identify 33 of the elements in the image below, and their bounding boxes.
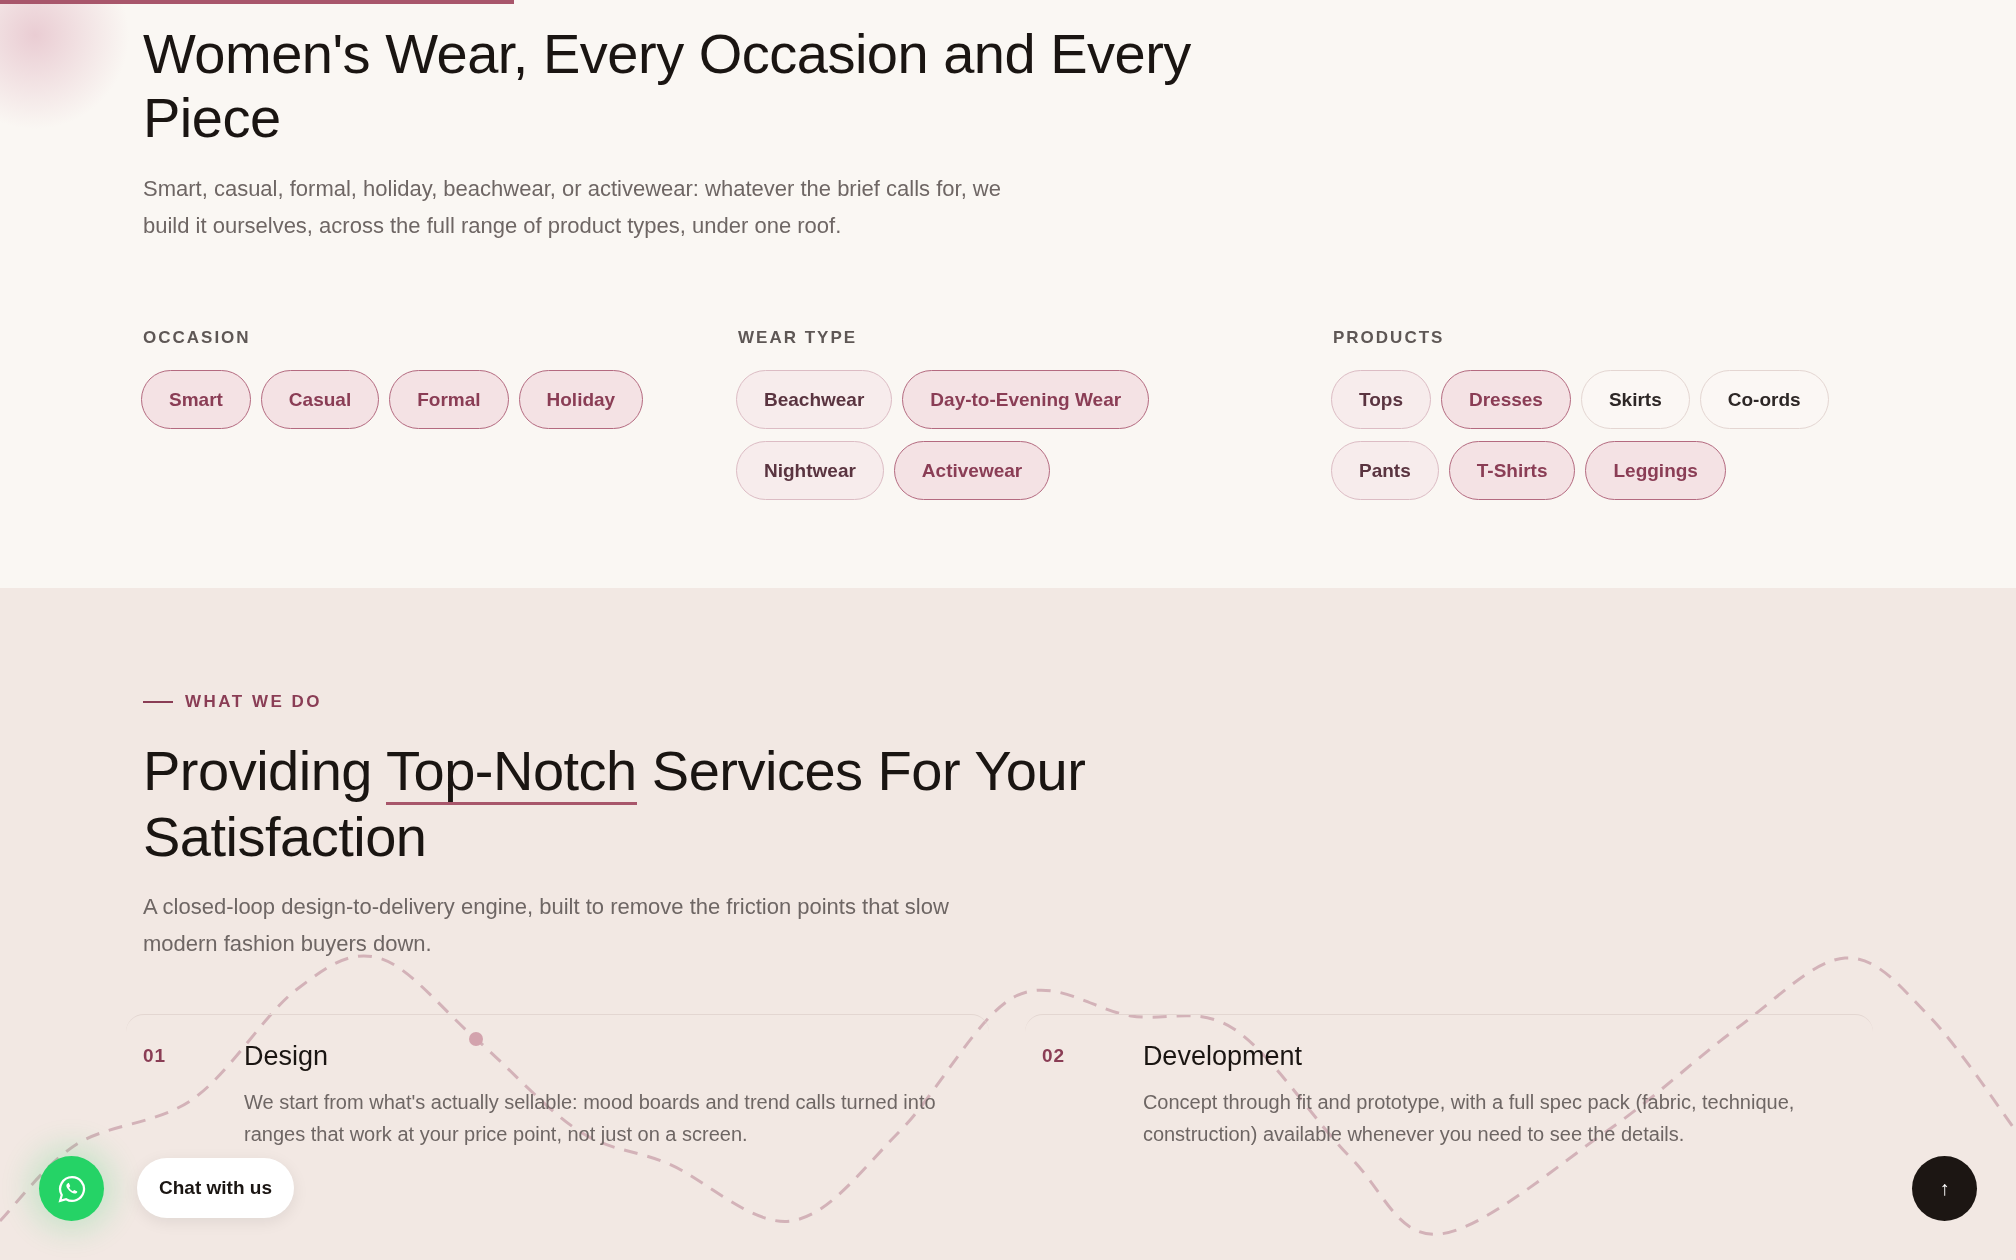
service-title: Development <box>1142 1041 1302 1072</box>
filter-chip[interactable]: Activewear <box>893 441 1051 500</box>
filter-chip[interactable]: Nightwear <box>736 441 884 500</box>
service-number: 02 <box>1041 1044 1066 1068</box>
service-number: 01 <box>143 1044 168 1068</box>
filter-group-label: OCCASION <box>143 328 252 348</box>
filter-chip[interactable]: Casual <box>260 370 380 429</box>
filter-chip[interactable]: Co-ords <box>1699 370 1829 429</box>
filter-chip[interactable]: Holiday <box>518 370 644 429</box>
back-to-top-button[interactable]: ↑ <box>1912 1156 1977 1221</box>
filter-chip[interactable]: Pants <box>1331 441 1439 500</box>
filter-chip[interactable]: Skirts <box>1580 370 1690 429</box>
section-eyebrow: WHAT WE DO <box>185 692 323 712</box>
chat-button[interactable]: Chat with us <box>137 1158 294 1218</box>
section-title: Providing Top-Notch Services For Your Satisfaction <box>143 738 1087 870</box>
filter-chip[interactable]: Beachwear <box>736 370 893 429</box>
filter-chip[interactable]: Day-to-Evening Wear <box>902 370 1150 429</box>
filter-chip[interactable]: Smart <box>141 370 251 429</box>
phone-icon <box>56 1173 87 1204</box>
service-title: Design <box>244 1041 329 1072</box>
filter-chip[interactable]: Leggings <box>1585 441 1726 500</box>
section-intro: A closed-loop design-to-delivery engine, built to remove the friction points that slow modern fashion buyers down. <box>143 893 950 958</box>
service-description: Concept through fit and prototype, with a full spec pack (fabric, technique, construction) available whenever you need to see the details. <box>1142 1090 1796 1147</box>
filter-group-label: PRODUCTS <box>1333 328 1446 348</box>
filter-group-label: WEAR TYPE <box>738 328 859 348</box>
filter-chip[interactable]: Formal <box>389 370 509 429</box>
filter-chip[interactable]: T-Shirts <box>1448 441 1576 500</box>
dot-icon <box>469 1032 483 1046</box>
filter-chip[interactable]: Tops <box>1331 370 1431 429</box>
hero-subtitle: Smart, casual, formal, holiday, beachwear, or activewear: whatever the brief calls for, we build it ourselves, across the full range of product types, under one roof. <box>143 175 1002 240</box>
service-description: We start from what's actually sellable: mood boards and trend calls turned into ranges that work at your price point, not just on a screen. <box>244 1090 937 1147</box>
hero-title: Women's Wear, Every Occasion and Every Piece <box>143 22 1192 150</box>
filter-chip[interactable]: Dresses <box>1441 370 1571 429</box>
